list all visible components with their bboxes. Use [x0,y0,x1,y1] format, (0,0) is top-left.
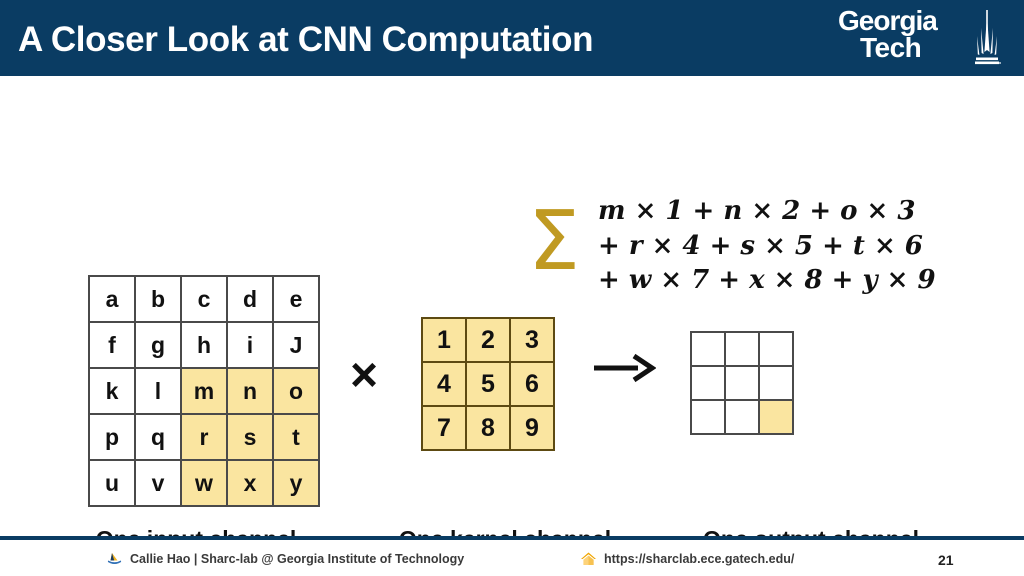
matrix-cell: o [274,369,318,413]
arrow-right-icon [594,353,656,383]
formula-line-1: m × 1 + n × 2 + o × 3 [598,196,916,226]
matrix-cell: 2 [467,319,509,361]
footer-author-text: Callie Hao | Sharc-lab @ Georgia Institu… [130,552,465,566]
matrix-cell [692,367,724,399]
page-title: A Closer Look at CNN Computation [18,20,594,59]
matrix-cell [692,401,724,433]
slide-footer: Callie Hao | Sharc-lab @ Georgia Institu… [0,540,1024,576]
matrix-cell: c [182,277,226,321]
matrix-cell: f [90,323,134,367]
matrix-cell: q [136,415,180,459]
formula-line-2: + r × 4 + s × 5 + t × 6 [598,230,923,261]
formula-lines: m × 1 + n × 2 + o × 3 + r × 4 + s × 5 + … [598,194,936,298]
page-number: 21 [938,552,954,568]
matrix-cell: b [136,277,180,321]
matrix-cell: 5 [467,363,509,405]
matrix-cell: r [182,415,226,459]
gt-logo-line1: Georgia [838,5,938,36]
matrix-cell: w [182,461,226,505]
matrix-cell [726,367,758,399]
matrix-cell: x [228,461,272,505]
sigma-icon: Σ [528,194,580,289]
footer-url[interactable]: https://sharclab.ece.gatech.edu/ [580,551,794,567]
matrix-cell: d [228,277,272,321]
matrix-cell [760,401,792,433]
matrix-cell: 8 [467,407,509,449]
matrix-cell: p [90,415,134,459]
matrix-cell: a [90,277,134,321]
footer-url-text: https://sharclab.ece.gatech.edu/ [604,552,795,566]
kernel-channel-matrix: 123 456 789 [421,317,555,451]
matrix-cell: k [90,369,134,413]
matrix-cell: u [90,461,134,505]
matrix-cell: s [228,415,272,459]
gt-wordmark: Georgia Tech [838,5,966,63]
matrix-cell: m [182,369,226,413]
matrix-cell: l [136,369,180,413]
matrix-cell [760,367,792,399]
matrix-cell [692,333,724,365]
matrix-cell [726,333,758,365]
matrix-cell: h [182,323,226,367]
output-channel-matrix [690,331,794,435]
matrix-cell [726,401,758,433]
matrix-cell: 1 [423,319,465,361]
matrix-cell: 3 [511,319,553,361]
convolution-formula: Σ m × 1 + n × 2 + o × 3 + r × 4 + s × 5 … [528,194,948,306]
footer-author: Callie Hao | Sharc-lab @ Georgia Institu… [106,551,464,567]
matrix-cell: e [274,277,318,321]
matrix-cell: 6 [511,363,553,405]
matrix-cell: 9 [511,407,553,449]
matrix-cell: v [136,461,180,505]
matrix-cell [760,333,792,365]
tech-tower-icon [975,10,1001,65]
home-icon [580,551,597,567]
matrix-cell: 7 [423,407,465,449]
georgia-tech-logo: Georgia Tech [838,5,1002,70]
matrix-cell: i [228,323,272,367]
multiply-operator: × [350,349,379,402]
matrix-cell: t [274,415,318,459]
formula-line-3: + w × 7 + x × 8 + y × 9 [598,265,936,296]
slide: A Closer Look at CNN Computation Georgia… [0,0,1024,576]
input-channel-matrix: abcde fghiJklmno pqrst uvwxy [88,275,320,507]
matrix-cell: g [136,323,180,367]
gt-logo-line2: Tech [860,31,922,63]
matrix-cell: J [274,323,318,367]
matrix-cell: 4 [423,363,465,405]
slide-header: A Closer Look at CNN Computation Georgia… [0,0,1024,76]
matrix-cell: n [228,369,272,413]
slide-body: Σ m × 1 + n × 2 + o × 3 + r × 4 + s × 5 … [0,76,1024,552]
sharc-lab-logo-icon [106,551,123,567]
matrix-cell: y [274,461,318,505]
